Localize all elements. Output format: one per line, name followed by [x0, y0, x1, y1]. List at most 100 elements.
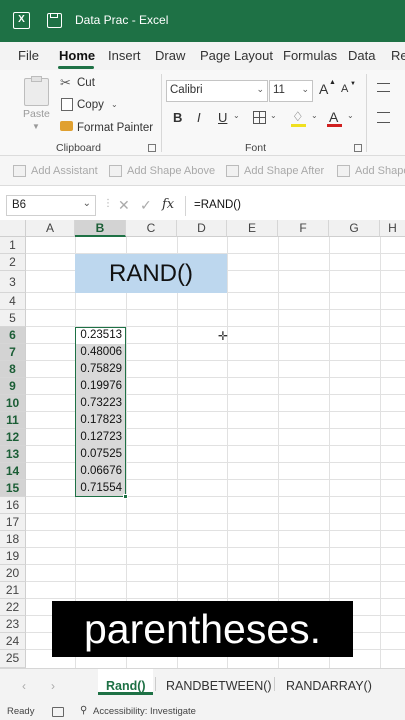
- shrink-font-button[interactable]: A: [341, 83, 348, 95]
- chevron-down-icon[interactable]: ⌄: [83, 198, 91, 209]
- sheet-tab-rand[interactable]: Rand(): [106, 679, 146, 693]
- menu-home[interactable]: Home: [59, 48, 95, 63]
- format-painter-button[interactable]: Format Painter: [77, 122, 153, 134]
- underline-button[interactable]: U: [218, 110, 227, 125]
- tab-scroll-left-icon[interactable]: ‹: [22, 679, 26, 693]
- name-box[interactable]: B6 ⌄: [6, 195, 96, 216]
- row-header[interactable]: 9: [0, 378, 26, 395]
- font-name-select[interactable]: Calibri ⌄: [166, 80, 268, 102]
- row-header[interactable]: 3: [0, 271, 26, 293]
- add-shape-icon[interactable]: [337, 165, 350, 177]
- cell-b7[interactable]: 0.48006: [75, 344, 126, 361]
- cell-b15[interactable]: 0.71554: [75, 480, 126, 497]
- add-shape-after-icon[interactable]: [226, 165, 239, 177]
- row-header[interactable]: 4: [0, 293, 26, 310]
- row-header[interactable]: 7: [0, 344, 26, 361]
- column-header-c[interactable]: C: [126, 220, 177, 237]
- menu-data[interactable]: Data: [348, 48, 375, 63]
- fill-dropdown-icon[interactable]: ⌄: [311, 111, 318, 120]
- row-header[interactable]: 6: [0, 327, 26, 344]
- row-header[interactable]: 20: [0, 565, 26, 582]
- menu-file[interactable]: File: [18, 48, 39, 63]
- paste-icon[interactable]: [24, 76, 49, 106]
- sheet-tab-randbetween[interactable]: RANDBETWEEN(): [166, 679, 272, 693]
- add-assistant-icon[interactable]: [13, 165, 26, 177]
- copy-icon[interactable]: [61, 98, 73, 111]
- menu-review[interactable]: Re: [391, 48, 405, 63]
- borders-dropdown-icon[interactable]: ⌄: [270, 111, 277, 120]
- menu-draw[interactable]: Draw: [155, 48, 185, 63]
- row-header[interactable]: 18: [0, 531, 26, 548]
- row-header[interactable]: 8: [0, 361, 26, 378]
- accessibility-status[interactable]: Accessibility: Investigate: [93, 706, 196, 717]
- cell-b10[interactable]: 0.73223: [75, 395, 126, 412]
- insert-function-button[interactable]: fx: [162, 197, 174, 212]
- cell-b12[interactable]: 0.12723: [75, 429, 126, 446]
- row-header[interactable]: 12: [0, 429, 26, 446]
- row-header[interactable]: 23: [0, 616, 26, 633]
- row-header[interactable]: 16: [0, 497, 26, 514]
- borders-icon[interactable]: [253, 111, 266, 124]
- row-header[interactable]: 17: [0, 514, 26, 531]
- copy-dropdown-icon[interactable]: ⌄: [111, 100, 118, 109]
- row-header[interactable]: 1: [0, 237, 26, 254]
- row-header[interactable]: 25: [0, 650, 26, 668]
- column-header-f[interactable]: F: [278, 220, 329, 237]
- paste-button[interactable]: Paste: [23, 108, 50, 120]
- cancel-icon[interactable]: ✕: [118, 197, 130, 214]
- row-header[interactable]: 19: [0, 548, 26, 565]
- row-header[interactable]: 21: [0, 582, 26, 599]
- bold-button[interactable]: B: [173, 110, 182, 125]
- column-header-h[interactable]: H: [380, 220, 405, 237]
- row-header[interactable]: 2: [0, 254, 26, 271]
- cut-icon[interactable]: ✂: [60, 75, 71, 91]
- row-header[interactable]: 5: [0, 310, 26, 327]
- clipboard-launcher-icon[interactable]: [148, 144, 156, 152]
- font-color-button[interactable]: A: [329, 109, 338, 125]
- paste-dropdown-icon[interactable]: ▼: [32, 122, 40, 131]
- column-header-g[interactable]: G: [329, 220, 380, 237]
- menu-formulas[interactable]: Formulas: [283, 48, 337, 63]
- grow-font-button[interactable]: A: [319, 81, 328, 97]
- row-header[interactable]: 13: [0, 446, 26, 463]
- row-header[interactable]: 24: [0, 633, 26, 650]
- underline-dropdown-icon[interactable]: ⌄: [233, 111, 240, 120]
- save-icon[interactable]: [47, 13, 62, 28]
- align-top-icon[interactable]: [377, 83, 390, 92]
- copy-button[interactable]: Copy: [77, 99, 104, 111]
- menu-page-layout[interactable]: Page Layout: [200, 48, 273, 63]
- column-header-b[interactable]: B: [75, 220, 126, 237]
- row-header[interactable]: 15: [0, 480, 26, 497]
- row-header[interactable]: 10: [0, 395, 26, 412]
- cell-b11[interactable]: 0.17823: [75, 412, 126, 429]
- enter-icon[interactable]: ✓: [140, 197, 152, 214]
- column-header-a[interactable]: A: [26, 220, 75, 237]
- select-all-corner[interactable]: [0, 220, 26, 237]
- cell-b6[interactable]: 0.23513: [75, 327, 126, 344]
- format-painter-icon[interactable]: [60, 121, 73, 131]
- row-header[interactable]: 14: [0, 463, 26, 480]
- cell-b9[interactable]: 0.19976: [75, 378, 126, 395]
- macro-record-icon[interactable]: [52, 707, 64, 717]
- accessibility-icon[interactable]: ⚲: [80, 705, 87, 716]
- align-left-icon[interactable]: [377, 112, 390, 123]
- tab-scroll-right-icon[interactable]: ›: [51, 679, 55, 693]
- sheet-tab-randarray[interactable]: RANDARRAY(): [286, 679, 372, 693]
- cell-b8[interactable]: 0.75829: [75, 361, 126, 378]
- column-header-d[interactable]: D: [177, 220, 227, 237]
- cell-b13[interactable]: 0.07525: [75, 446, 126, 463]
- add-shape-above-button[interactable]: Add Shape Above: [127, 165, 215, 177]
- formula-input[interactable]: =RAND(): [194, 199, 241, 211]
- fill-color-icon[interactable]: ♢: [292, 109, 304, 125]
- add-shape-above-icon[interactable]: [109, 165, 122, 177]
- font-size-select[interactable]: 11 ⌄: [269, 80, 313, 102]
- font-color-dropdown-icon[interactable]: ⌄: [347, 111, 354, 120]
- add-shape-button[interactable]: Add Shape: [355, 165, 405, 177]
- menu-insert[interactable]: Insert: [108, 48, 141, 63]
- add-assistant-button[interactable]: Add Assistant: [31, 165, 98, 177]
- row-header[interactable]: 22: [0, 599, 26, 616]
- cell-b14[interactable]: 0.06676: [75, 463, 126, 480]
- row-header[interactable]: 11: [0, 412, 26, 429]
- cut-button[interactable]: Cut: [77, 77, 95, 89]
- font-launcher-icon[interactable]: [354, 144, 362, 152]
